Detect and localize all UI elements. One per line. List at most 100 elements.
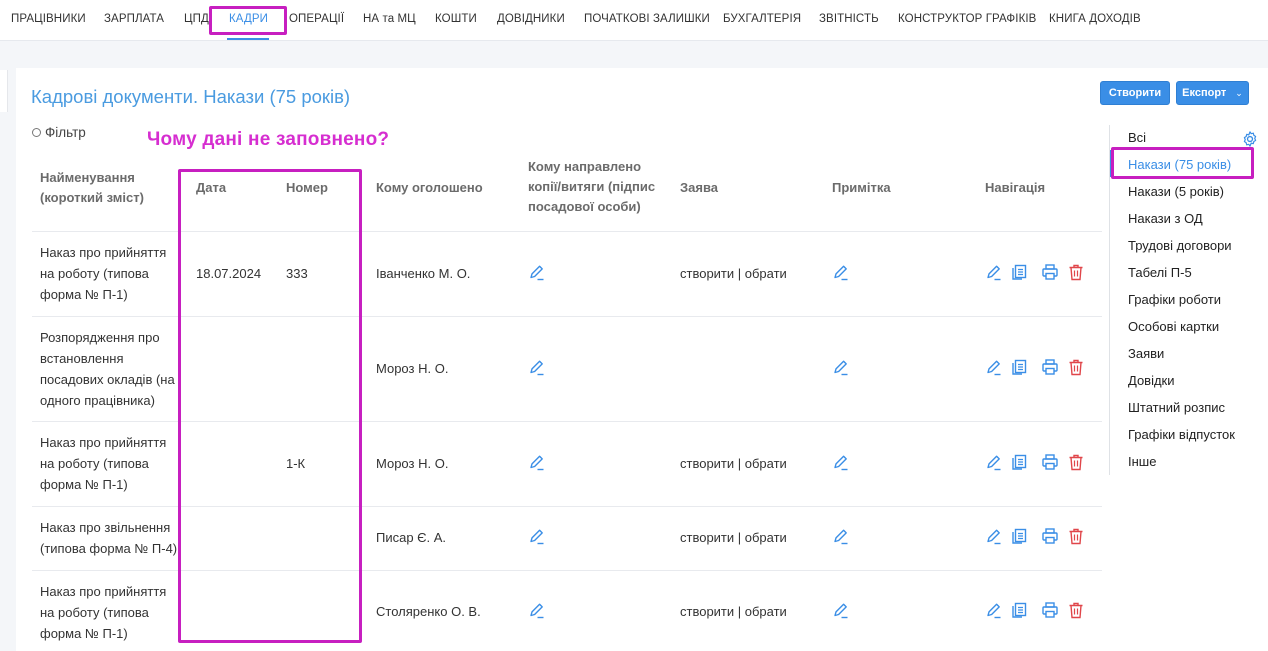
column-header-name: Найменування (короткий зміст) [40, 168, 144, 208]
note-edit-icon[interactable] [832, 527, 850, 545]
sidebar-item[interactable]: Заяви [1128, 346, 1164, 361]
nav-item-opening-balances[interactable]: ПОЧАТКОВІ ЗАЛИШКИ [584, 13, 710, 25]
edit-icon[interactable] [985, 453, 1003, 471]
cell-name-line: одного працівника) [40, 393, 155, 408]
cell-name-line: Наказ про прийняття [40, 435, 167, 450]
edit-icon[interactable] [985, 601, 1003, 619]
cell-announced: Мороз Н. О. [376, 361, 449, 376]
sidebar-item[interactable]: Штатний розпис [1128, 400, 1225, 415]
nav-item-operations[interactable]: ОПЕРАЦІЇ [289, 13, 344, 25]
cell-application-links[interactable]: створити | обрати [680, 601, 787, 622]
print-icon[interactable] [1041, 263, 1059, 281]
cell-name-line: Наказ про прийняття [40, 584, 167, 599]
sidebar-item[interactable]: Інше [1128, 454, 1156, 469]
cell-name-line: форма № П-1) [40, 477, 128, 492]
create-button-label: Створити [1108, 87, 1162, 99]
print-icon[interactable] [1041, 527, 1059, 545]
copy-document-icon[interactable] [1010, 358, 1028, 376]
highlight-box-date-number-columns [178, 169, 362, 643]
sidebar-item[interactable]: Накази (5 років) [1128, 184, 1224, 199]
nav-item-cpd[interactable]: ЦПД [184, 13, 209, 25]
cell-name-line: форма № П-1) [40, 287, 128, 302]
copy-document-icon[interactable] [1010, 263, 1028, 281]
copies-sign-icon[interactable] [528, 527, 546, 545]
note-edit-icon[interactable] [832, 358, 850, 376]
delete-trash-icon[interactable] [1067, 527, 1085, 545]
print-icon[interactable] [1041, 358, 1059, 376]
cell-application-links[interactable]: створити | обрати [680, 263, 787, 284]
sidebar-divider [1109, 125, 1110, 475]
sidebar-item[interactable]: Трудові договори [1128, 238, 1232, 253]
export-button-label: Експорт [1182, 87, 1227, 99]
settings-gear-icon[interactable] [1241, 130, 1259, 148]
sidebar-item[interactable]: Особові картки [1128, 319, 1219, 334]
cell-name-line: Наказ про прийняття [40, 245, 167, 260]
filter-icon [32, 128, 41, 137]
cell-name: Розпорядження про встановлення посадових… [40, 327, 180, 411]
nav-item-assets[interactable]: НА та МЦ [363, 13, 416, 25]
nav-item-reports[interactable]: ЗВІТНІСТЬ [819, 13, 879, 25]
filter-toggle[interactable]: Фільтр [32, 125, 86, 140]
chevron-down-icon: ⌄ [1235, 87, 1243, 98]
copies-sign-icon[interactable] [528, 453, 546, 471]
cell-name: Наказ про прийняття на роботу (типова фо… [40, 432, 180, 495]
column-header-announced: Кому оголошено [376, 180, 483, 195]
delete-trash-icon[interactable] [1067, 263, 1085, 281]
sidebar-item[interactable]: Всі [1128, 130, 1146, 145]
column-header-copies-line: Кому направлено [528, 159, 642, 174]
active-tab-indicator [227, 38, 269, 40]
sidebar-item[interactable]: Накази з ОД [1128, 211, 1203, 226]
delete-trash-icon[interactable] [1067, 453, 1085, 471]
delete-trash-icon[interactable] [1067, 358, 1085, 376]
create-button[interactable]: Створити [1100, 81, 1170, 105]
cell-application-links[interactable]: створити | обрати [680, 527, 787, 548]
copy-document-icon[interactable] [1010, 527, 1028, 545]
column-header-name-line: (короткий зміст) [40, 190, 144, 205]
note-edit-icon[interactable] [832, 453, 850, 471]
left-panel-edge [0, 70, 8, 112]
cell-name-line: посадових окладів (на [40, 372, 175, 387]
column-header-application: Заява [680, 180, 719, 195]
copy-document-icon[interactable] [1010, 453, 1028, 471]
edit-icon[interactable] [985, 263, 1003, 281]
note-edit-icon[interactable] [832, 601, 850, 619]
nav-item-directories[interactable]: ДОВІДНИКИ [497, 13, 565, 25]
cell-name-line: встановлення [40, 351, 124, 366]
column-header-copies-line: копії/витяги (підпис [528, 179, 656, 194]
cell-announced: Писар Є. А. [376, 530, 447, 545]
sidebar-item[interactable]: Табелі П-5 [1128, 265, 1192, 280]
cell-announced: Мороз Н. О. [376, 456, 449, 471]
sidebar-item[interactable]: Довідки [1128, 373, 1175, 388]
column-header-copies-line: посадової особи) [528, 199, 641, 214]
cell-name-line: на роботу (типова [40, 605, 149, 620]
copies-sign-icon[interactable] [528, 263, 546, 281]
edit-icon[interactable] [985, 358, 1003, 376]
column-header-copies: Кому направлено копії/витяги (підпис пос… [528, 157, 655, 217]
nav-item-income-book[interactable]: КНИГА ДОХОДІВ [1049, 13, 1141, 25]
column-header-navigation: Навігація [985, 180, 1046, 195]
cell-application-links[interactable]: створити | обрати [680, 453, 787, 474]
nav-item-salary[interactable]: ЗАРПЛАТА [104, 13, 164, 25]
nav-item-accounting[interactable]: БУХГАЛТЕРІЯ [723, 13, 801, 25]
column-header-name-line: Найменування [40, 170, 135, 185]
cell-name-line: (типова форма № П-4) [40, 541, 178, 556]
highlight-box-hr-tab [209, 6, 287, 35]
edit-icon[interactable] [985, 527, 1003, 545]
nav-item-funds[interactable]: КОШТИ [435, 13, 477, 25]
cell-name-line: форма № П-1) [40, 626, 128, 641]
copies-sign-icon[interactable] [528, 601, 546, 619]
delete-trash-icon[interactable] [1067, 601, 1085, 619]
note-edit-icon[interactable] [832, 263, 850, 281]
nav-item-employees[interactable]: ПРАЦІВНИКИ [11, 13, 86, 25]
print-icon[interactable] [1041, 601, 1059, 619]
print-icon[interactable] [1041, 453, 1059, 471]
nav-item-schedule-builder[interactable]: КОНСТРУКТОР ГРАФІКІВ [898, 13, 1036, 25]
cell-name-line: на роботу (типова [40, 266, 149, 281]
copies-sign-icon[interactable] [528, 358, 546, 376]
cell-name-line: Наказ про звільнення [40, 520, 171, 535]
copy-document-icon[interactable] [1010, 601, 1028, 619]
export-button[interactable]: Експорт ⌄ [1176, 81, 1249, 105]
cell-name: Наказ про звільнення (типова форма № П-4… [40, 517, 180, 559]
sidebar-item[interactable]: Графіки роботи [1128, 292, 1221, 307]
sidebar-item[interactable]: Графіки відпусток [1128, 427, 1235, 442]
